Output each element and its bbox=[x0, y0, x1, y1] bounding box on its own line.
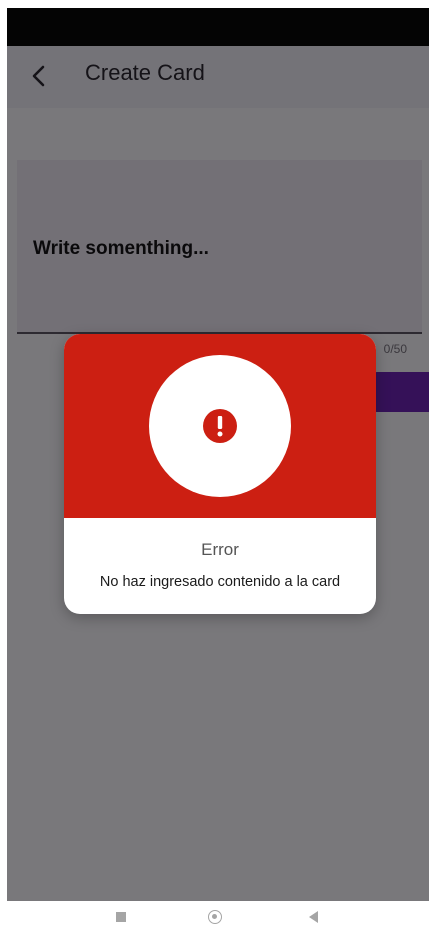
dialog-title: Error bbox=[201, 540, 239, 559]
system-nav-bar bbox=[0, 901, 429, 934]
error-dialog: Error No haz ingresado contenido a la ca… bbox=[64, 334, 376, 614]
exclamation-circle-icon bbox=[203, 409, 237, 443]
app-screen: Create Card Write somenthing... 0/50 Err… bbox=[7, 46, 429, 901]
home-dot bbox=[212, 914, 217, 919]
back-triangle-icon[interactable] bbox=[309, 911, 318, 923]
dialog-message: No haz ingresado contenido a la card bbox=[99, 574, 341, 590]
dialog-header bbox=[64, 334, 376, 518]
home-circle-icon[interactable] bbox=[208, 910, 222, 924]
icon-circle bbox=[149, 355, 291, 497]
status-bar bbox=[7, 8, 429, 46]
phone-screen: Create Card Write somenthing... 0/50 Err… bbox=[0, 0, 429, 934]
recents-square-icon[interactable] bbox=[116, 912, 126, 922]
